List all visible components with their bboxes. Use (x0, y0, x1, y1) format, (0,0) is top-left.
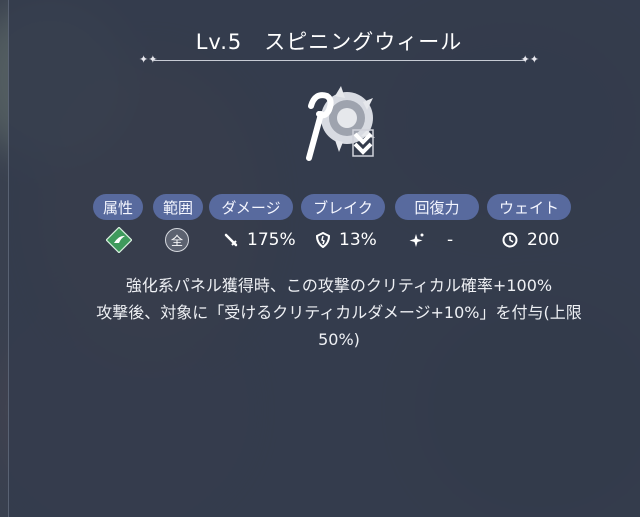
sparkle-heal-icon (409, 233, 424, 247)
attribute-value (106, 227, 140, 253)
shield-break-icon (315, 232, 331, 248)
skill-detail-panel: Lv.5 スピニングウィール ✦✦ ✦✦ 属性 範囲 ダメージ ブレイク 回復力 … (8, 0, 640, 517)
break-text: 13% (339, 230, 377, 250)
wait-value: 200 (501, 227, 559, 253)
sword-icon (224, 233, 238, 247)
skill-level: Lv.5 (195, 30, 243, 54)
description-line: 強化系パネル獲得時、この攻撃のクリティカル確率+100% (125, 276, 553, 295)
recovery-label: 回復力 (395, 194, 479, 220)
wait-text: 200 (527, 230, 560, 250)
attribute-label: 属性 (93, 194, 143, 220)
damage-text: 175% (247, 230, 296, 250)
break-label: ブレイク (301, 194, 385, 220)
clock-icon (502, 232, 518, 248)
title-divider: ✦✦ ✦✦ (139, 53, 539, 66)
skill-name: スピニングウィール (264, 30, 463, 54)
recovery-value: - (409, 227, 453, 253)
spinning-wheel-skill-icon (306, 86, 375, 161)
range-value: 全 (165, 227, 189, 253)
description-line: 攻撃後、対象に「受けるクリティカルダメージ+10%」を付与(上限 (96, 303, 582, 322)
range-all-badge: 全 (165, 228, 189, 252)
range-label: 範囲 (153, 194, 203, 220)
description-line: 50%) (318, 330, 360, 349)
damage-label: ダメージ (209, 194, 293, 220)
skill-title: Lv.5 スピニングウィール (9, 26, 640, 56)
wind-element-icon (106, 227, 132, 253)
sparkle-icon: ✦✦ (520, 53, 539, 66)
damage-value: 175% (223, 227, 296, 253)
wait-label: ウェイト (487, 194, 571, 220)
break-value: 13% (315, 227, 377, 253)
recovery-text: - (447, 230, 454, 250)
stat-labels: 属性 範囲 ダメージ ブレイク 回復力 ウェイト (9, 194, 640, 222)
skill-description: 強化系パネル獲得時、この攻撃のクリティカル確率+100% 攻撃後、対象に「受ける… (59, 272, 619, 353)
stat-values: 全 175% 13% - 200 (9, 227, 640, 253)
